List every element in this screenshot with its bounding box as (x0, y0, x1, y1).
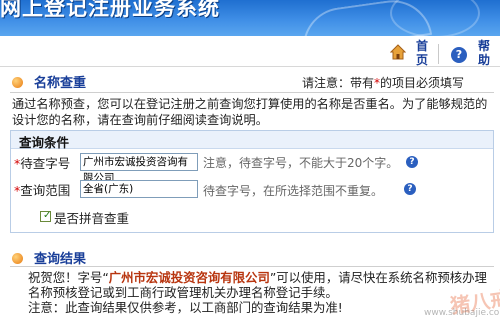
name-field-hint: 注意，待查字号，不能大于20个字。 (203, 156, 399, 170)
result-message: 祝贺您！字号“广州市宏诚投资咨询有限公司”可以使用，请尽快在系统名称预核办理名称… (28, 270, 498, 315)
banner-decoration-secondary (390, 0, 480, 36)
pinyin-checkbox[interactable]: ✓ (40, 210, 52, 222)
scope-field-label-text: 查询范围 (20, 183, 71, 198)
scope-field-help-icon[interactable]: ? (404, 183, 416, 195)
scope-select[interactable]: 全省(广东) (80, 180, 198, 198)
result-company-name: 广州市宏诚投资咨询有限公司 (108, 270, 270, 285)
toolbar-rule (0, 66, 500, 67)
section-bullet-icon (12, 253, 23, 264)
name-input[interactable]: 广州市宏诚投资咨询有限公司 (80, 153, 198, 184)
required-note: 请注意：带有*的项目必须填写 (302, 74, 464, 91)
name-field-label: *待查字号 (14, 153, 70, 172)
help-link[interactable]: 帮助 (478, 39, 490, 67)
help-icon[interactable]: ? (451, 47, 467, 63)
scope-field-hint: 待查字号，在所选择范围不重复。 (203, 184, 384, 198)
name-check-title: 名称查重 (34, 76, 87, 91)
required-note-suffix: 的项目必须填写 (380, 76, 465, 90)
query-conditions-title: 查询条件 (19, 135, 70, 150)
section-bullet-icon (12, 77, 23, 88)
result-prefix: 祝贺您！字号“ (28, 270, 109, 285)
name-field-help-icon[interactable]: ? (406, 156, 418, 168)
name-field-label-text: 待查字号 (20, 156, 71, 171)
required-note-prefix: 请注意：带有 (302, 76, 375, 90)
scope-field-label: *查询范围 (14, 180, 70, 199)
query-conditions-header: 查询条件 (11, 131, 493, 150)
toolbar-divider (438, 44, 439, 64)
home-link[interactable]: 首页 (416, 39, 428, 67)
header-banner: 网上登记注册业务系统 (0, 0, 500, 36)
section-rule (10, 92, 494, 93)
checkmark-icon: ✓ (43, 210, 52, 221)
result-rule (10, 266, 494, 267)
result-title: 查询结果 (34, 252, 87, 267)
intro-text: 通过名称预查，您可以在登记注册之前查询您打算使用的名称是否重名。为了能够规范的设… (12, 97, 488, 127)
system-title: 网上登记注册业务系统 (0, 0, 220, 20)
pinyin-checkbox-label: 是否拼音查重 (54, 211, 130, 226)
home-icon[interactable] (390, 44, 406, 60)
result-note: 注意：此查询结果仅供参考，以工商部门的查询结果为准! (28, 300, 343, 315)
